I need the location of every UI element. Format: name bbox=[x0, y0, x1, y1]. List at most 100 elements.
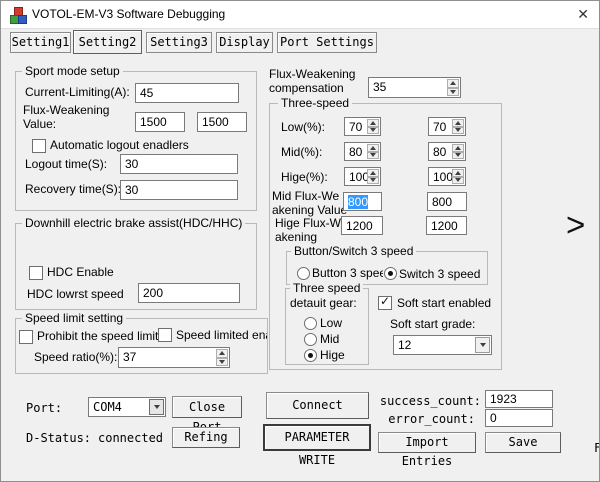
parameter-write-button[interactable]: PARAMETER WRITE bbox=[263, 424, 371, 451]
mid-percent-input-1[interactable]: 80 bbox=[344, 142, 381, 161]
title-bar: VOTOL-EM-V3 Software Debugging ✕ bbox=[1, 1, 599, 29]
spin-up-button[interactable] bbox=[367, 119, 379, 127]
close-icon[interactable]: ✕ bbox=[577, 6, 589, 22]
gear-low-radio[interactable] bbox=[304, 317, 317, 330]
mid-percent-input-2[interactable]: 80 bbox=[428, 142, 466, 161]
check-icon: ✓ bbox=[380, 295, 390, 307]
current-limiting-input[interactable]: 45 bbox=[135, 83, 239, 103]
default-gear-title-line1: Three speed bbox=[290, 282, 363, 295]
spin-up-button[interactable] bbox=[447, 79, 459, 88]
soft-start-grade-dropdown[interactable]: 12 bbox=[393, 335, 492, 355]
app-icon bbox=[10, 7, 26, 23]
triangle-down-icon bbox=[450, 90, 456, 94]
hige-percent-label: Hige(%): bbox=[281, 171, 328, 184]
hdc-enable-checkbox[interactable] bbox=[29, 266, 43, 280]
chevron-down-icon bbox=[480, 343, 486, 347]
tab-setting3[interactable]: Setting3 bbox=[146, 32, 212, 53]
low-percent-label: Low(%): bbox=[281, 121, 325, 134]
mid-percent-value-1: 80 bbox=[349, 145, 362, 159]
port-dropdown[interactable]: COM4 bbox=[88, 397, 166, 417]
button-3-speed-radio[interactable] bbox=[297, 267, 310, 280]
speed-limited-enable-label: Speed limited enable bbox=[176, 329, 267, 342]
port-label: Port: bbox=[26, 402, 62, 415]
spin-up-button[interactable] bbox=[367, 144, 379, 152]
next-page-arrow[interactable]: > bbox=[566, 208, 585, 241]
clipped-edge-text: F bbox=[594, 442, 600, 455]
spin-down-button[interactable] bbox=[452, 152, 464, 160]
spinner bbox=[367, 144, 379, 159]
low-percent-input-2[interactable]: 70 bbox=[428, 117, 466, 136]
soft-start-grade-value: 12 bbox=[398, 338, 411, 352]
hige-flux-label-line2: akening bbox=[275, 231, 317, 244]
spin-up-button[interactable] bbox=[367, 169, 379, 177]
button-switch-group-title: Button/Switch 3 speed bbox=[291, 245, 416, 258]
button-3-speed-label: Button 3 speed bbox=[312, 267, 383, 280]
soft-start-enabled-checkbox[interactable]: ✓ bbox=[378, 296, 392, 310]
spin-down-button[interactable] bbox=[447, 88, 459, 97]
spin-up-button[interactable] bbox=[452, 144, 464, 152]
spin-down-button[interactable] bbox=[452, 177, 464, 185]
soft-start-enabled-label: Soft start enabled bbox=[397, 297, 491, 310]
triangle-up-icon bbox=[370, 171, 376, 175]
spinner bbox=[367, 169, 379, 184]
spin-down-button[interactable] bbox=[452, 127, 464, 135]
mid-flux-input-2[interactable]: 800 bbox=[427, 192, 467, 211]
logout-time-input[interactable]: 30 bbox=[120, 154, 238, 174]
hige-percent-input-2[interactable]: 100 bbox=[428, 167, 466, 186]
connect-button[interactable]: Connect bbox=[266, 392, 369, 419]
spin-down-button[interactable] bbox=[367, 127, 379, 135]
save-button[interactable]: Save bbox=[485, 432, 561, 453]
flux-weakening-value-label-line1: Flux-Weakening bbox=[23, 104, 109, 117]
automatic-logout-checkbox[interactable] bbox=[32, 139, 46, 153]
spin-up-button[interactable] bbox=[452, 169, 464, 177]
spin-down-button[interactable] bbox=[367, 152, 379, 160]
hdc-lowest-speed-label: HDC lowrst speed bbox=[27, 288, 124, 301]
speed-ratio-spinner bbox=[216, 349, 228, 366]
hige-flux-input-2[interactable]: 1200 bbox=[426, 216, 467, 235]
triangle-up-icon bbox=[455, 171, 461, 175]
spin-down-button[interactable] bbox=[216, 358, 228, 367]
hdc-lowest-speed-input[interactable]: 200 bbox=[138, 283, 240, 303]
flux-weakening-value-input-1[interactable]: 1500 bbox=[135, 112, 185, 132]
tab-port-settings[interactable]: Port Settings bbox=[277, 32, 377, 53]
spin-up-button[interactable] bbox=[452, 119, 464, 127]
gear-mid-radio[interactable] bbox=[304, 333, 317, 346]
success-count-label: success_count: bbox=[378, 395, 481, 408]
tab-setting1[interactable]: Setting1 bbox=[10, 32, 71, 53]
prohibit-speed-limit-checkbox[interactable] bbox=[19, 330, 33, 344]
speed-ratio-input[interactable]: 37 bbox=[118, 347, 230, 368]
mid-flux-input-1[interactable]: 800 bbox=[343, 192, 382, 211]
triangle-down-icon bbox=[370, 178, 376, 182]
dropdown-button[interactable] bbox=[475, 337, 490, 353]
flux-weakening-value-label-line2: Value: bbox=[23, 118, 56, 131]
speed-limited-enable-checkbox[interactable] bbox=[158, 328, 172, 342]
flux-weakening-value-input-2[interactable]: 1500 bbox=[197, 112, 247, 132]
three-speed-group-title: Three-speed bbox=[278, 97, 352, 110]
flux-compensation-value: 35 bbox=[373, 80, 386, 94]
low-percent-input-1[interactable]: 70 bbox=[344, 117, 381, 136]
flux-compensation-label-line1: Flux-Weakening bbox=[269, 68, 355, 81]
tab-display[interactable]: Display bbox=[216, 32, 273, 53]
soft-start-grade-label: Soft start grade: bbox=[390, 318, 475, 331]
spin-down-button[interactable] bbox=[367, 177, 379, 185]
flux-compensation-input[interactable]: 35 bbox=[368, 77, 461, 98]
switch-3-speed-radio[interactable] bbox=[384, 267, 397, 280]
tab-setting2[interactable]: Setting2 bbox=[73, 30, 142, 54]
gear-hige-radio[interactable] bbox=[304, 349, 317, 362]
dropdown-button[interactable] bbox=[149, 399, 164, 415]
refing-button[interactable]: Refing bbox=[172, 427, 240, 448]
hige-flux-input-1[interactable]: 1200 bbox=[341, 216, 383, 235]
speed-ratio-label: Speed ratio(%): bbox=[34, 351, 117, 364]
downhill-brake-group-title: Downhill electric brake assist(HDC/HHC) bbox=[22, 217, 245, 230]
import-entries-button[interactable]: Import Entries bbox=[378, 432, 476, 453]
triangle-up-icon bbox=[455, 146, 461, 150]
spin-up-button[interactable] bbox=[216, 349, 228, 358]
hige-percent-input-1[interactable]: 100 bbox=[344, 167, 381, 186]
close-port-button[interactable]: Close Port bbox=[172, 396, 242, 418]
triangle-down-icon bbox=[370, 153, 376, 157]
recovery-time-input[interactable]: 30 bbox=[120, 180, 238, 200]
hige-flux-label-line1: Hige Flux-We bbox=[275, 217, 347, 230]
success-count-input[interactable]: 1923 bbox=[485, 390, 553, 408]
error-count-input[interactable]: 0 bbox=[485, 409, 553, 427]
flux-compensation-spinner bbox=[447, 79, 459, 96]
